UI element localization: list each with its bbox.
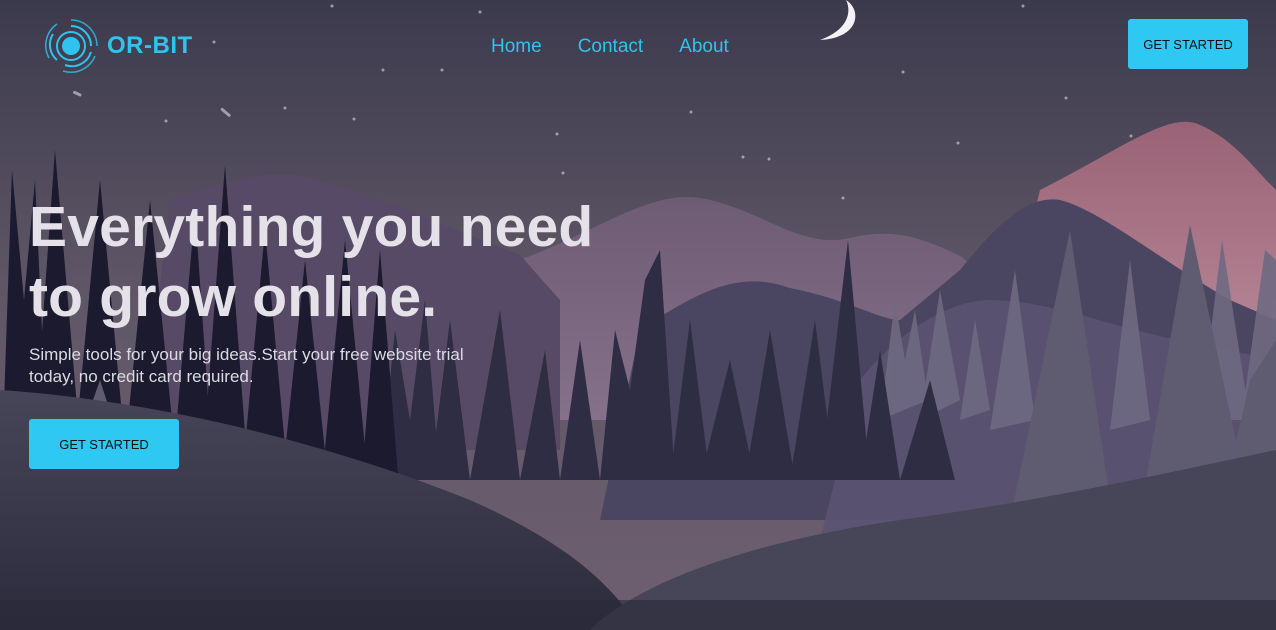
- hero-get-started-button[interactable]: GET STARTED: [29, 419, 179, 469]
- orbit-rings-icon: [45, 19, 98, 73]
- hero-section: Everything you need to grow online. Simp…: [29, 192, 629, 388]
- site-header: OR-BIT Home Contact About GET STARTED: [0, 0, 1276, 95]
- brand-logo[interactable]: OR-BIT: [43, 18, 193, 74]
- hero-headline: Everything you need to grow online.: [29, 192, 629, 332]
- hero-subtitle: Simple tools for your big ideas.Start yo…: [29, 345, 464, 386]
- hero-headline-line-1: Everything you need: [29, 195, 594, 259]
- nav-home-link[interactable]: Home: [491, 36, 542, 58]
- hero-headline-line-2: to grow online.: [29, 265, 438, 329]
- header-get-started-button[interactable]: GET STARTED: [1128, 19, 1248, 69]
- brand-name: OR-BIT: [107, 32, 193, 59]
- main-nav: Home Contact About: [491, 36, 765, 58]
- nav-contact-link[interactable]: Contact: [578, 36, 643, 58]
- nav-about-link[interactable]: About: [679, 36, 729, 58]
